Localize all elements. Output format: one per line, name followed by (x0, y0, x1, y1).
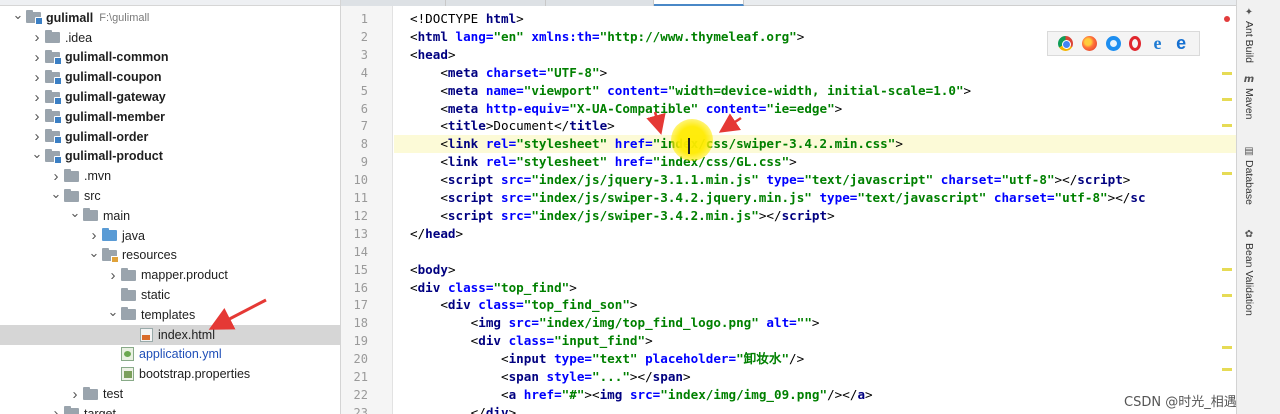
annotation-arrow (208, 298, 267, 330)
annotation-arrows (208, 111, 742, 330)
watermark: CSDN @时光_相遇 (1124, 395, 1237, 410)
annotation-arrow (718, 113, 742, 133)
annotation-arrow (646, 111, 666, 135)
